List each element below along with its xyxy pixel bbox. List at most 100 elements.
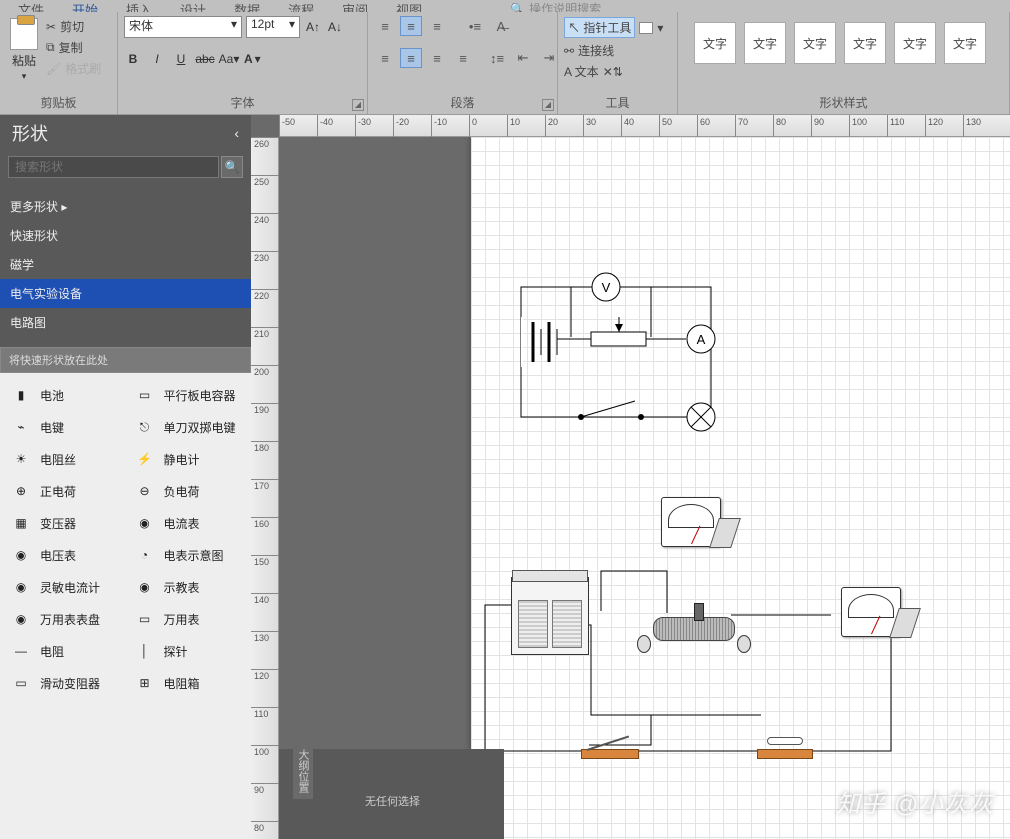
shape-item[interactable]: ◉电压表 [2,539,126,571]
category-0[interactable]: 磁学 [0,250,251,279]
grow-font-button[interactable]: A↑ [304,18,322,36]
bottom-panel: 大纲位置 无任何选择 [279,749,504,839]
style-box-2[interactable]: 文字 [794,22,836,64]
switch-shape[interactable] [581,737,639,759]
inc-indent-button[interactable]: ⇥ [538,48,560,68]
shape-item[interactable]: ⊖负电荷 [126,475,250,507]
shape-item[interactable]: ☀电阻丝 [2,443,126,475]
align-top-right[interactable]: ≡ [426,16,448,36]
shape-item[interactable]: ⌁电键 [2,411,126,443]
meter-shape-2[interactable] [841,587,901,637]
shape-item[interactable]: ▮电池 [2,379,126,411]
clear-fmt-button[interactable]: A̶ [490,16,512,36]
strike-button[interactable]: abc [196,50,214,68]
format-painter-button: 🖌格式刷 [46,60,101,77]
shape-item[interactable]: ◔电表示意图 [126,539,250,571]
shapes-pane: 形状 ‹ 🔍 更多形状 ▸快速形状磁学电气实验设备电路图 将快速形状放在此处 ▮电… [0,115,251,839]
group-label: 段落 [374,90,551,114]
collapse-pane-button[interactable]: ‹ [234,125,239,141]
underline-button[interactable]: U [172,50,190,68]
style-box-0[interactable]: 文字 [694,22,736,64]
copy-button[interactable]: ⧉复制 [46,39,101,56]
shape-palette: ▮电池▭平行板电容器⌁电键⎋单刀双掷电键☀电阻丝⚡静电计⊕正电荷⊖负电荷▦变压器… [0,373,251,839]
category-1[interactable]: 电气实验设备 [0,279,251,308]
align-center[interactable]: ≡ [400,48,422,68]
search-go-button[interactable]: 🔍 [221,156,243,178]
fill-swatch[interactable] [639,22,653,34]
shape-item[interactable]: ▭万用表 [126,603,250,635]
line-spacing-button[interactable]: ↕≡ [486,48,508,68]
category-2[interactable]: 电路图 [0,308,251,337]
shape-item[interactable]: ◉电流表 [126,507,250,539]
para-dialog-launcher[interactable]: ◢ [542,99,554,111]
rheostat-shape[interactable] [639,609,749,643]
vertical-ruler: 2602502402302202102001901801701601501401… [251,137,279,839]
align-top-center[interactable]: ≡ [400,16,422,36]
cut-button[interactable]: ✂剪切 [46,18,101,35]
shape-item[interactable]: ▦变压器 [2,507,126,539]
italic-button[interactable]: I [148,50,166,68]
selection-status: 无任何选择 [365,793,420,809]
shrink-font-button[interactable]: A↓ [326,18,344,36]
horizontal-ruler: -50-40-30-20-100102030405060708090100110… [279,115,1010,137]
svg-text:V: V [602,280,611,295]
ribbon-styles: 文字文字文字文字文字文字 形状样式 [678,12,1010,114]
paste-button[interactable]: 粘贴▾ [6,16,42,82]
align-left[interactable]: ≡ [374,48,396,68]
ribbon-font: 宋体 ▾ 12pt ▾ A↑ A↓ B I U abc Aa▾ A▾ 字体 ◢ [118,12,368,114]
align-justify[interactable]: ≡ [452,48,474,68]
workspace: 形状 ‹ 🔍 更多形状 ▸快速形状磁学电气实验设备电路图 将快速形状放在此处 ▮电… [0,115,1010,839]
style-box-1[interactable]: 文字 [744,22,786,64]
pointer-tool-button[interactable]: ↖ 指针工具 [564,17,635,38]
group-label: 字体 [124,90,361,114]
shapes-title: 形状 [12,120,48,146]
text-tool-button[interactable]: A 文本✕⇅ [564,62,623,81]
bullets-button[interactable]: •≡ [464,16,486,36]
font-size-combo[interactable]: 12pt ▾ [246,16,300,38]
align-top-left[interactable]: ≡ [374,16,396,36]
group-label: 形状样式 [684,90,1003,114]
ribbon-clipboard: 粘贴▾ ✂剪切 ⧉复制 🖌格式刷 剪贴板 [0,12,118,114]
shape-item[interactable]: —电阻 [2,635,126,667]
shape-item[interactable]: ◉万用表表盘 [2,603,126,635]
bold-button[interactable]: B [124,50,142,68]
font-dialog-launcher[interactable]: ◢ [352,99,364,111]
shape-item[interactable]: ⎋单刀双掷电键 [126,411,250,443]
shape-item[interactable]: │探针 [126,635,250,667]
style-box-3[interactable]: 文字 [844,22,886,64]
ribbon-tools: ↖ 指针工具▾ ⚯连接线 A 文本✕⇅ 工具 [558,12,678,114]
shape-item[interactable]: ⊕正电荷 [2,475,126,507]
shape-item[interactable]: ▭滑动变阻器 [2,667,126,699]
shape-item[interactable]: ◉灵敏电流计 [2,571,126,603]
quick-shapes-hint: 将快速形状放在此处 [0,347,251,373]
connector-tool-button[interactable]: ⚯连接线 [564,41,614,60]
font-color-button[interactable]: A▾ [244,52,261,66]
shape-item[interactable]: ⊞电阻箱 [126,667,250,699]
battery-box-shape[interactable] [511,577,589,655]
group-label: 工具 [564,90,671,114]
svg-text:A: A [697,332,706,347]
case-button[interactable]: Aa▾ [220,50,238,68]
resistor-shape[interactable] [757,737,813,759]
dec-indent-button[interactable]: ⇤ [512,48,534,68]
quick-shapes[interactable]: 快速形状 [0,221,251,250]
menu-bar: 文件开始插入设计数据流程审阅视图🔍操作说明搜索 [0,0,1010,12]
group-label: 剪贴板 [6,90,111,114]
ribbon-paragraph: ≡ ≡ ≡ •≡ A̶ ≡ ≡ ≡ ≡ ↕≡ ⇤ ⇥ 段落 ◢ [368,12,558,114]
shape-item[interactable]: ⚡静电计 [126,443,250,475]
canvas-area: -50-40-30-20-100102030405060708090100110… [251,115,1010,839]
style-box-4[interactable]: 文字 [894,22,936,64]
drawing-canvas[interactable]: V A [279,137,1010,839]
align-right[interactable]: ≡ [426,48,448,68]
shape-item[interactable]: ▭平行板电容器 [126,379,250,411]
schematic-circuit[interactable]: V A [501,267,761,447]
shape-item[interactable]: ◉示教表 [126,571,250,603]
style-box-5[interactable]: 文字 [944,22,986,64]
font-name-combo[interactable]: 宋体 ▾ [124,16,242,38]
shape-search-input[interactable] [8,156,219,178]
drawing-page[interactable]: V A [471,137,1010,839]
more-shapes[interactable]: 更多形状 ▸ [0,192,251,221]
outline-tab[interactable]: 大纲位置 [293,743,313,799]
meter-shape-1[interactable] [661,497,721,547]
ribbon: 粘贴▾ ✂剪切 ⧉复制 🖌格式刷 剪贴板 宋体 ▾ 12pt ▾ A↑ A↓ B… [0,12,1010,115]
